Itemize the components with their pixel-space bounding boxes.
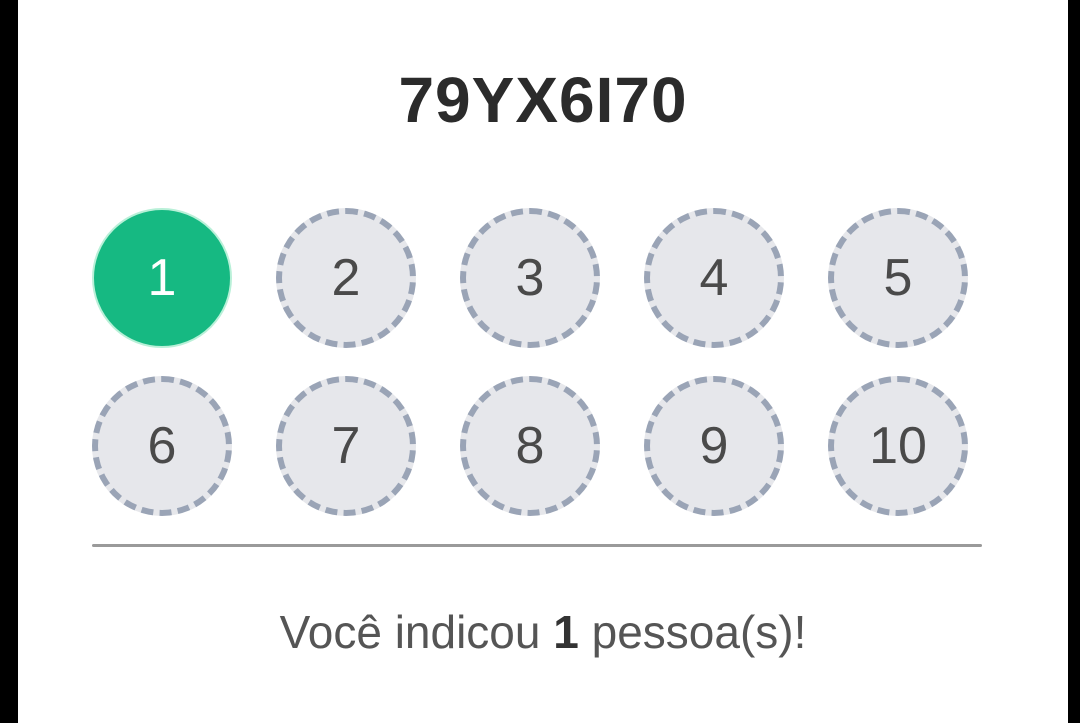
slot-5: 5 — [828, 208, 968, 348]
slot-3: 3 — [460, 208, 600, 348]
referral-slots: 1 2 3 4 5 6 7 8 9 10 — [92, 208, 972, 518]
slot-2: 2 — [276, 208, 416, 348]
message-suffix: pessoa(s)! — [578, 606, 807, 658]
message-prefix: Você indicou — [279, 606, 554, 658]
slot-10: 10 — [828, 376, 968, 516]
referral-card: 79YX6I70 1 2 3 4 5 6 7 8 9 10 Você indic… — [18, 0, 1068, 723]
screen: 79YX6I70 1 2 3 4 5 6 7 8 9 10 Você indic… — [0, 0, 1080, 723]
slot-1: 1 — [92, 208, 232, 348]
referral-count: 1 — [553, 606, 579, 658]
slot-8: 8 — [460, 376, 600, 516]
referral-code[interactable]: 79YX6I70 — [18, 62, 1068, 138]
slot-7: 7 — [276, 376, 416, 516]
slot-6: 6 — [92, 376, 232, 516]
slot-9: 9 — [644, 376, 784, 516]
referral-count-message: Você indicou 1 pessoa(s)! — [18, 604, 1068, 660]
slot-4: 4 — [644, 208, 784, 348]
divider — [92, 544, 982, 547]
